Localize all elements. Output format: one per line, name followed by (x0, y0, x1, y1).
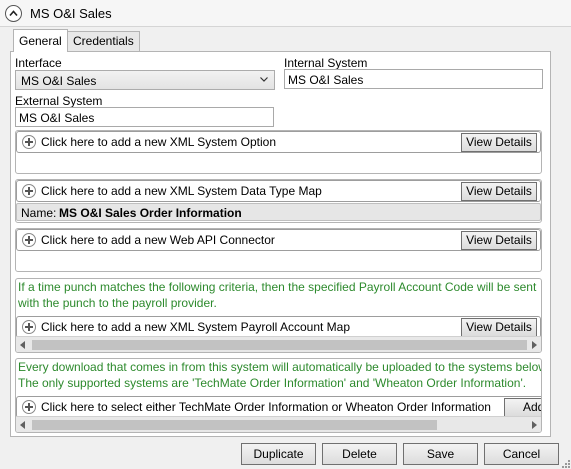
add-web-api-row[interactable]: Click here to add a new Web API Connecto… (16, 229, 541, 251)
download-group: Every download that comes in from this s… (15, 358, 542, 433)
data-type-map-view-details-button[interactable]: View Details (461, 182, 537, 201)
resize-grip-icon[interactable] (560, 458, 570, 468)
window-title: MS O&I Sales (30, 6, 112, 21)
web-api-group: Click here to add a new Web API Connecto… (15, 228, 542, 272)
payroll-info-line2: with the punch to the payroll provider. (18, 296, 217, 310)
plus-circle-icon (22, 233, 36, 247)
payroll-horizontal-scrollbar[interactable] (16, 336, 541, 352)
web-api-view-details-button[interactable]: View Details (461, 231, 537, 250)
tab-credentials[interactable]: Credentials (67, 31, 140, 51)
download-info-line2: The only supported systems are 'TechMate… (18, 376, 527, 390)
add-web-api-text: Click here to add a new Web API Connecto… (41, 233, 275, 247)
interface-label: Interface (15, 56, 62, 70)
plus-circle-icon (22, 400, 36, 414)
scroll-right-icon[interactable] (532, 341, 537, 349)
scroll-right-icon[interactable] (532, 421, 537, 429)
external-system-field[interactable]: MS O&I Sales (15, 107, 274, 127)
save-button[interactable]: Save (403, 443, 478, 465)
plus-circle-icon (22, 135, 36, 149)
scrollbar-thumb[interactable] (32, 340, 527, 350)
tab-general[interactable]: General (13, 29, 68, 52)
internal-system-label: Internal System (284, 56, 368, 70)
interface-value: MS O&I Sales (21, 74, 97, 88)
delete-button[interactable]: Delete (322, 443, 397, 465)
cancel-button[interactable]: Cancel (484, 443, 559, 465)
xml-option-view-details-button[interactable]: View Details (461, 133, 537, 152)
add-xml-option-text: Click here to add a new XML System Optio… (41, 135, 276, 149)
scroll-left-icon[interactable] (20, 421, 25, 429)
add-payroll-map-row[interactable]: Click here to add a new XML System Payro… (16, 316, 541, 338)
internal-system-value: MS O&I Sales (288, 73, 364, 87)
download-info-line1: Every download that comes in from this s… (18, 360, 542, 374)
xml-option-group: Click here to add a new XML System Optio… (15, 130, 542, 174)
data-type-map-list-item[interactable]: Name: MS O&I Sales Order Information (16, 203, 541, 221)
external-system-label: External System (15, 94, 103, 108)
general-tab-panel: Interface MS O&I Sales Internal System M… (10, 51, 551, 437)
internal-system-field[interactable]: MS O&I Sales (284, 69, 543, 89)
scrollbar-thumb[interactable] (32, 420, 437, 430)
chevron-up-icon (9, 10, 18, 17)
add-data-type-map-row[interactable]: Click here to add a new XML System Data … (16, 180, 541, 202)
add-xml-option-row[interactable]: Click here to add a new XML System Optio… (16, 131, 541, 153)
external-system-value: MS O&I Sales (19, 111, 95, 125)
payroll-view-details-button[interactable]: View Details (461, 318, 537, 337)
download-horizontal-scrollbar[interactable] (16, 416, 541, 432)
name-label: Name: (21, 206, 57, 220)
add-download-target-text: Click here to select either TechMate Ord… (41, 400, 491, 414)
scroll-left-icon[interactable] (20, 341, 25, 349)
duplicate-button[interactable]: Duplicate (241, 443, 316, 465)
add-download-target-row[interactable]: Click here to select either TechMate Ord… (16, 396, 541, 418)
chevron-down-icon (260, 77, 268, 82)
plus-circle-icon (22, 320, 36, 334)
add-data-type-map-text: Click here to add a new XML System Data … (41, 184, 322, 198)
payroll-group: If a time punch matches the following cr… (15, 278, 542, 353)
add-payroll-map-text: Click here to add a new XML System Payro… (41, 320, 351, 334)
plus-circle-icon (22, 184, 36, 198)
name-value: MS O&I Sales Order Information (59, 206, 242, 220)
data-type-map-group: Click here to add a new XML System Data … (15, 179, 542, 223)
window-header: MS O&I Sales (0, 0, 571, 27)
download-add-button[interactable]: Add A (504, 398, 541, 417)
collapse-button[interactable] (5, 5, 22, 22)
interface-combobox[interactable]: MS O&I Sales (15, 70, 275, 90)
payroll-info-line1: If a time punch matches the following cr… (18, 280, 537, 294)
